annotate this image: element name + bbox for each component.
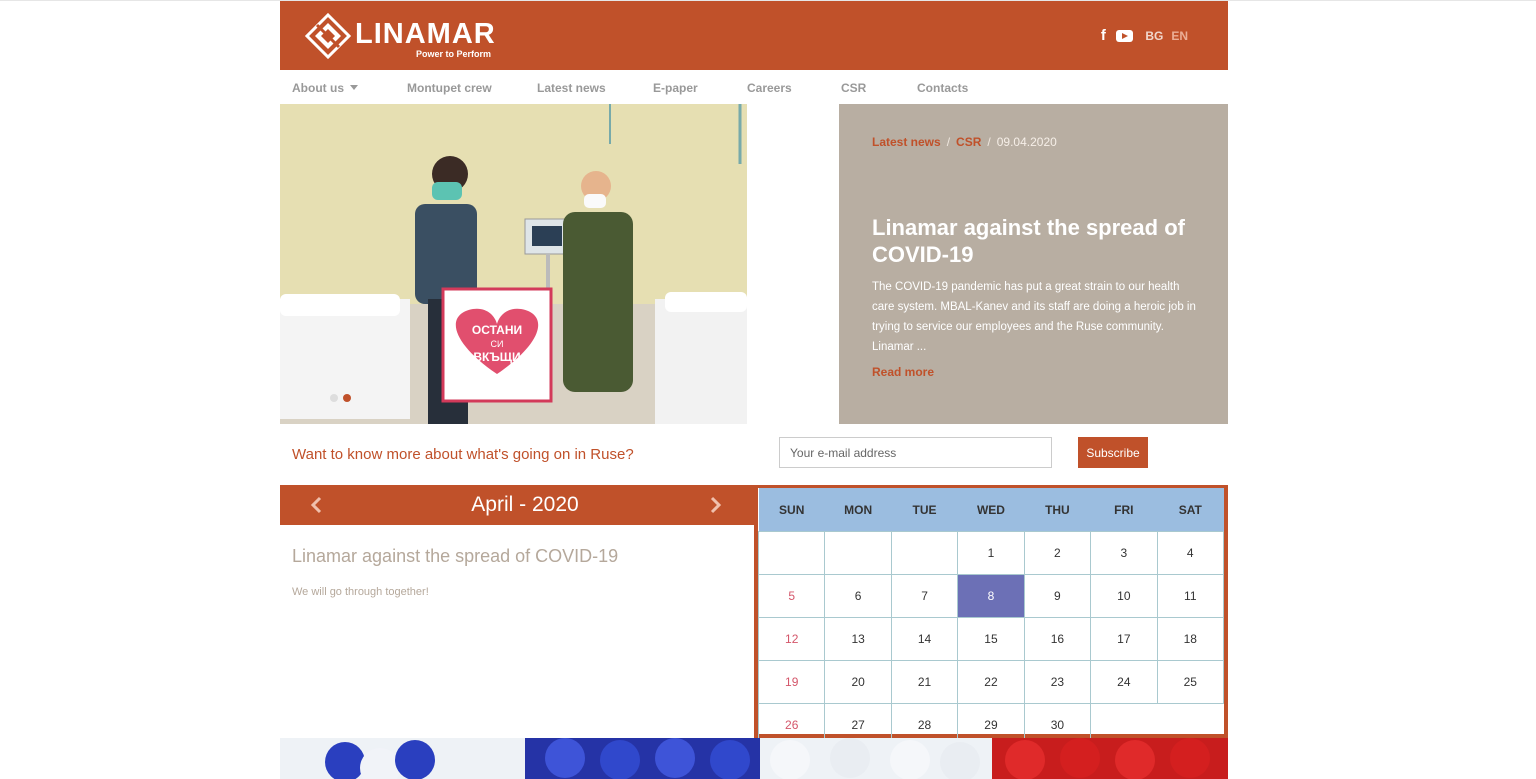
calendar-day[interactable]: 6 [824,574,892,618]
weekday-fri: FRI [1090,488,1158,532]
lang-en[interactable]: EN [1171,29,1188,43]
main-nav: About us Montupet crew Latest news E-pap… [280,70,1228,104]
nav-csr[interactable]: CSR [841,81,866,95]
calendar-day[interactable]: 9 [1023,574,1092,618]
nav-about-us[interactable]: About us [292,81,358,95]
site-header: LINAMAR Power to Perform f BG EN [280,1,1228,70]
calendar-day-highlighted[interactable]: 8 [957,574,1025,618]
breadcrumb-latest-news[interactable]: Latest news [872,135,941,149]
calendar-day[interactable]: 13 [824,617,892,661]
subscribe-question: Want to know more about what's going on … [292,446,634,463]
calendar-day[interactable]: 3 [1090,531,1158,575]
slider-dot-1[interactable] [330,394,338,402]
calendar-day [824,531,892,575]
weekday-header-row: SUN MON TUE WED THU FRI SAT [758,488,1224,532]
chevron-right-icon[interactable] [704,494,726,516]
hero-text-panel: Latest news / CSR / 09.04.2020 Linamar again… [839,104,1228,424]
calendar-day[interactable]: 21 [890,660,959,704]
sign-line-1: ОСТАНИ [472,323,522,337]
logo-diamond-icon [305,13,351,59]
youtube-icon[interactable] [1116,29,1134,42]
hero-excerpt: The COVID-19 pandemic has put a great st… [872,281,1196,353]
calendar-day[interactable]: 7 [890,574,959,618]
calendar-day[interactable]: 11 [1156,574,1225,618]
breadcrumb-date: 09.04.2020 [996,135,1057,149]
nav-label: About us [292,81,344,95]
balloons-photo [280,738,1228,779]
calendar-day[interactable]: 12 [757,617,826,661]
calendar-day[interactable]: 22 [957,660,1025,704]
calendar-day[interactable]: 2 [1023,531,1092,575]
subscribe-button[interactable]: Subscribe [1078,437,1148,468]
event-title[interactable]: Linamar against the spread of COVID-19 [292,546,618,567]
calendar-day[interactable]: 25 [1156,660,1225,704]
facebook-icon[interactable]: f [1098,27,1108,44]
nav-montupet-crew[interactable]: Montupet crew [407,81,492,95]
weekday-sun: SUN [758,488,825,532]
calendar-grid: SUN MON TUE WED THU FRI SAT 1 2 3 4 5 6 … [754,485,1228,747]
weekday-tue: TUE [891,488,958,532]
calendar-day [757,531,826,575]
page-container: LINAMAR Power to Perform f BG EN About u… [280,0,1228,779]
calendar-day[interactable]: 23 [1023,660,1092,704]
lang-bg[interactable]: BG [1145,29,1163,43]
email-input[interactable] [779,437,1052,468]
breadcrumb-csr[interactable]: CSR [956,135,981,149]
calendar-day[interactable]: 16 [1023,617,1092,661]
breadcrumb-separator: / [987,135,991,149]
weekday-wed: WED [957,488,1025,532]
logo-text: LINAMAR [355,18,496,50]
calendar-day[interactable]: 14 [890,617,959,661]
calendar-day[interactable]: 1 [957,531,1025,575]
calendar-day[interactable]: 15 [957,617,1025,661]
sign-line-2: СИ [491,339,504,349]
social-links: f BG EN [1098,27,1188,44]
calendar-day[interactable]: 10 [1090,574,1158,618]
event-subtitle: We will go through together! [292,586,429,598]
logo[interactable]: LINAMAR Power to Perform [305,13,495,59]
calendar-week: 1 2 3 4 [757,531,1225,575]
nav-latest-news[interactable]: Latest news [537,81,606,95]
sign-line-3: ВКЪЩИ [473,350,520,364]
calendar-table: SUN MON TUE WED THU FRI SAT 1 2 3 4 5 6 … [757,488,1225,747]
calendar-header: April - 2020 [280,485,754,525]
hero-title[interactable]: Linamar against the spread of COVID-19 [872,214,1202,268]
hero-slider-image[interactable]: ОСТАНИ СИ ВКЪЩИ [280,104,747,424]
hospital-photo: ОСТАНИ СИ ВКЪЩИ [280,104,747,424]
slider-dot-2[interactable] [343,394,351,402]
calendar-month-label: April - 2020 [471,493,579,516]
calendar-day[interactable]: 24 [1090,660,1158,704]
calendar-week: 5 6 7 8 9 10 11 [757,574,1225,618]
calendar-day[interactable]: 17 [1090,617,1158,661]
breadcrumb: Latest news / CSR / 09.04.2020 [872,135,1057,149]
slider-dots [330,394,351,402]
calendar-day[interactable]: 19 [757,660,826,704]
nav-e-paper[interactable]: E-paper [653,81,698,95]
calendar-day[interactable]: 18 [1156,617,1225,661]
weekday-mon: MON [824,488,892,532]
calendar-day[interactable]: 20 [824,660,892,704]
breadcrumb-separator: / [946,135,951,149]
nav-careers[interactable]: Careers [747,81,792,95]
balloons-banner-image [280,738,1228,779]
chevron-down-icon [350,85,358,90]
weekday-thu: THU [1024,488,1091,532]
chevron-left-icon[interactable] [306,494,328,516]
logo-tagline: Power to Perform [416,49,492,59]
weekday-sat: SAT [1157,488,1224,532]
calendar-day[interactable]: 4 [1156,531,1225,575]
calendar-day [890,531,959,575]
calendar-day[interactable]: 5 [757,574,826,618]
nav-contacts[interactable]: Contacts [917,81,968,95]
read-more-link[interactable]: Read more [872,365,934,379]
calendar-week: 19 20 21 22 23 24 25 [757,660,1225,704]
calendar-week: 12 13 14 15 16 17 18 [757,617,1225,661]
